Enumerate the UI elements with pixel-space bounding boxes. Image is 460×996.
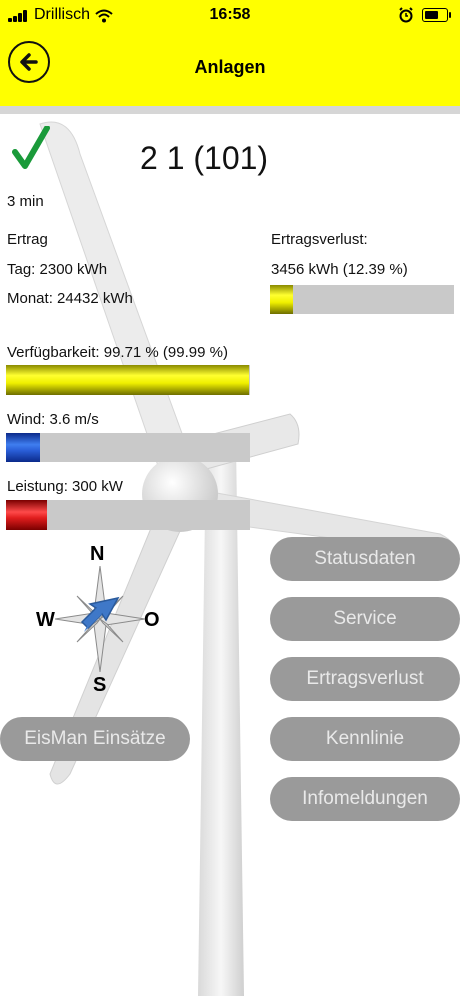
ertragsverlust-bar <box>270 285 454 314</box>
leistung-bar-fill <box>6 500 48 530</box>
checkmark-icon <box>12 126 50 169</box>
battery-icon <box>422 8 451 22</box>
compass-south: S <box>93 674 107 696</box>
clock: 16:58 <box>209 6 251 23</box>
kennlinie-button[interactable]: Kennlinie <box>270 717 460 761</box>
ertrag-monat: Monat: 24432 kWh <box>7 290 133 307</box>
service-button[interactable]: Service <box>270 597 460 641</box>
wind-label: Wind: 3.6 m/s <box>7 411 99 428</box>
page-title: Anlagen <box>194 57 266 77</box>
eisman-einsaetze-button[interactable]: EisMan Einsätze <box>0 717 190 761</box>
compass-west: W <box>36 609 55 631</box>
ertragsverlust-label: Ertragsverlust: <box>271 231 368 248</box>
compass-north: N <box>90 543 105 565</box>
compass-east: O <box>144 609 160 631</box>
header-divider <box>0 106 460 114</box>
ertrag-tag: Tag: 2300 kWh <box>7 261 108 278</box>
ertragsverlust-button[interactable]: Ertragsverlust <box>270 657 460 701</box>
verfuegbarkeit-bar-fill <box>6 365 250 395</box>
statusdaten-button[interactable]: Statusdaten <box>270 537 460 581</box>
ertragsverlust-bar-fill <box>270 285 293 314</box>
data-age: 3 min <box>7 193 44 210</box>
wind-direction-arrow-icon <box>80 596 120 632</box>
alarm-icon <box>399 7 413 23</box>
infomeldungen-button[interactable]: Infomeldungen <box>270 777 460 821</box>
ertragsverlust-value: 3456 kWh (12.39 %) <box>271 261 408 278</box>
leistung-label: Leistung: 300 kW <box>7 478 123 495</box>
ertrag-label: Ertrag <box>7 231 48 248</box>
verfuegbarkeit-bar <box>6 365 250 395</box>
leistung-bar <box>6 500 250 530</box>
wind-bar-fill <box>6 433 41 462</box>
verfuegbarkeit-label: Verfügbarkeit: 99.71 % (99.99 %) <box>7 344 228 361</box>
wind-bar <box>6 433 250 462</box>
plant-id: 2 1 (101) <box>140 140 269 176</box>
